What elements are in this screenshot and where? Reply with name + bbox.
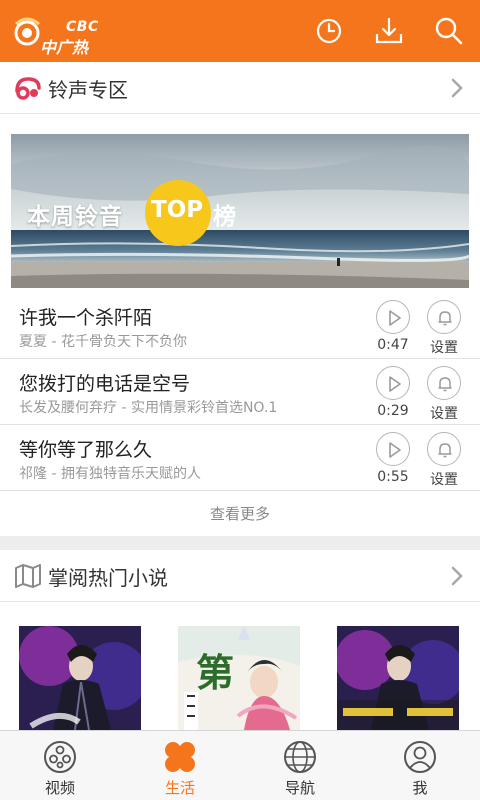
download-icon bbox=[375, 17, 403, 44]
ringtone-icon bbox=[15, 77, 41, 100]
song-duration: 0:47 bbox=[377, 337, 409, 353]
book-cover-image bbox=[19, 626, 141, 730]
play-button[interactable] bbox=[376, 300, 410, 334]
globe-icon bbox=[284, 741, 316, 773]
nav-item-life[interactable]: 生活 bbox=[120, 731, 240, 800]
set-ringtone-button[interactable] bbox=[427, 300, 461, 334]
bell-icon bbox=[438, 377, 452, 392]
novel-section-title: 掌阅热门小说 bbox=[48, 566, 168, 590]
profile-icon bbox=[404, 741, 436, 773]
song-subtitle: 祁隆 - 拥有独特音乐天赋的人 bbox=[19, 466, 201, 482]
nav-label-me: 我 bbox=[412, 779, 428, 797]
banner-title-prefix: 本周铃音 bbox=[27, 204, 123, 230]
song-row[interactable]: 您拨打的电话是空号 长发及腰何弃疗 - 实用情景彩铃首选NO.1 0:29 设置 bbox=[0, 359, 480, 425]
play-icon bbox=[389, 376, 401, 392]
clock-icon bbox=[316, 18, 342, 44]
ringtone-top-banner[interactable]: 本周铃音 TOP 榜 bbox=[11, 134, 469, 288]
book-cover[interactable] bbox=[337, 626, 459, 730]
song-row[interactable]: 许我一个杀阡陌 夏夏 - 花千骨负天下不负你 0:47 设置 bbox=[0, 293, 480, 359]
song-duration: 0:55 bbox=[377, 469, 409, 485]
novel-section-header[interactable]: 掌阅热门小说 bbox=[0, 550, 480, 602]
view-more-button[interactable]: 查看更多 bbox=[0, 492, 480, 536]
bell-icon bbox=[438, 311, 452, 326]
set-ringtone-label: 设置 bbox=[430, 406, 458, 422]
play-icon bbox=[389, 442, 401, 458]
set-ringtone-label: 设置 bbox=[430, 340, 458, 356]
song-title: 等你等了那么久 bbox=[19, 439, 153, 461]
song-title: 许我一个杀阡陌 bbox=[19, 307, 153, 329]
life-icon bbox=[165, 742, 195, 772]
book-cover-image bbox=[337, 626, 459, 730]
set-ringtone-button[interactable] bbox=[427, 366, 461, 400]
book-cover-image: 第 bbox=[178, 626, 300, 730]
cbc-logo-icon bbox=[14, 17, 40, 46]
song-row[interactable]: 等你等了那么久 祁隆 - 拥有独特音乐天赋的人 0:55 设置 bbox=[0, 425, 480, 491]
ringtone-section-title: 铃声专区 bbox=[48, 78, 128, 102]
banner-title-highlight: TOP bbox=[151, 197, 204, 223]
nav-item-video[interactable]: 视频 bbox=[0, 731, 120, 800]
ringtone-section-header[interactable]: 铃声专区 bbox=[0, 62, 480, 114]
top-app-bar: CBC 中广热点 bbox=[0, 0, 480, 81]
logo-english-text: CBC bbox=[66, 19, 99, 35]
book-cover[interactable]: 第 bbox=[178, 626, 300, 730]
set-ringtone-button[interactable] bbox=[427, 432, 461, 466]
nav-label-video: 视频 bbox=[44, 779, 75, 797]
song-subtitle: 夏夏 - 花千骨负天下不负你 bbox=[19, 334, 187, 350]
ringtone-section: 铃声专区 本周铃音 TOP 榜 许我一个杀阡陌 夏夏 - 花千骨负天下不负你 0… bbox=[0, 62, 480, 536]
video-icon bbox=[44, 741, 76, 773]
song-title: 您拨打的电话是空号 bbox=[19, 373, 191, 395]
song-subtitle: 长发及腰何弃疗 - 实用情景彩铃首选NO.1 bbox=[19, 400, 278, 416]
chevron-right-icon bbox=[451, 78, 463, 98]
search-icon bbox=[435, 17, 463, 45]
banner-title-suffix: 榜 bbox=[213, 204, 236, 230]
svg-text:第: 第 bbox=[196, 650, 234, 695]
book-map-icon bbox=[15, 564, 41, 588]
book-cover[interactable] bbox=[19, 626, 141, 730]
novel-section: 掌阅热门小说 第 bbox=[0, 550, 480, 730]
nav-item-me[interactable]: 我 bbox=[360, 731, 480, 800]
history-button[interactable] bbox=[313, 15, 345, 47]
bell-icon bbox=[438, 443, 452, 458]
nav-item-navigation[interactable]: 导航 bbox=[240, 731, 360, 800]
chevron-right-icon bbox=[451, 566, 463, 586]
play-icon bbox=[389, 310, 401, 326]
app-logo: CBC 中广热点 bbox=[12, 8, 102, 81]
nav-label-navigation: 导航 bbox=[284, 779, 315, 797]
bottom-navigation: 视频 生活 导航 我 bbox=[0, 730, 480, 800]
play-button[interactable] bbox=[376, 432, 410, 466]
download-button[interactable] bbox=[373, 15, 405, 47]
play-button[interactable] bbox=[376, 366, 410, 400]
set-ringtone-label: 设置 bbox=[430, 472, 458, 488]
search-button[interactable] bbox=[433, 15, 465, 47]
song-duration: 0:29 bbox=[377, 403, 409, 419]
nav-label-life: 生活 bbox=[164, 779, 195, 797]
